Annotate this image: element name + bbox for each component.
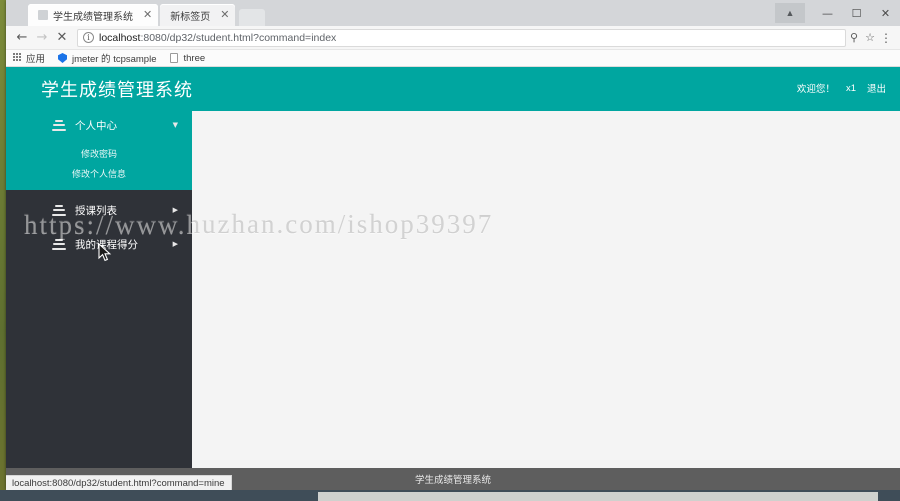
link-status-bubble: localhost:8080/dp32/student.html?command… <box>6 475 232 490</box>
sidebar-group-teaching-list: 授课列表 ▶ <box>6 196 192 224</box>
bookmark-three[interactable]: three <box>169 52 206 64</box>
stop-button[interactable]: ✕ <box>52 28 72 48</box>
bookmark-apps[interactable]: 应用 <box>11 51 45 65</box>
sidebar-item-personal-center[interactable]: 个人中心 ▼ <box>6 111 192 139</box>
chevron-right-icon[interactable]: ▶ <box>173 206 178 214</box>
bookmark-label: three <box>183 52 206 64</box>
welcome-text: 欢迎您！ <box>796 84 835 95</box>
bookmark-jmeter[interactable]: jmeter 的 tcpsample <box>57 51 157 65</box>
profile-button[interactable]: ▲ <box>775 3 805 23</box>
browser-tab-1[interactable]: 新标签页 ✕ <box>160 4 236 26</box>
stack-icon <box>52 204 66 216</box>
sidebar-submenu-personal-center: 修改密码 修改个人信息 <box>6 139 192 190</box>
logout-link[interactable]: 退出 <box>867 81 886 95</box>
app-body: 个人中心 ▼ 修改密码 修改个人信息 授课列表 ▶ 我的课程得分 ▶ <box>6 111 900 490</box>
browser-menu-icon[interactable]: ⋮ <box>878 31 894 45</box>
bookmark-star-icon[interactable]: ☆ <box>862 30 878 46</box>
stack-icon <box>52 238 66 250</box>
stack-icon <box>52 119 66 131</box>
chevron-right-icon[interactable]: ▶ <box>173 240 178 248</box>
apps-grid-icon <box>11 52 22 64</box>
minimize-button[interactable]: — <box>813 2 842 24</box>
close-window-button[interactable]: ✕ <box>871 2 900 24</box>
bookmarks-bar: 应用 jmeter 的 tcpsample three <box>6 50 900 67</box>
new-tab-button[interactable] <box>239 9 266 26</box>
sidebar-item-label: 我的课程得分 <box>75 238 138 251</box>
header-user-area: 欢迎您！ x1 退出 <box>797 81 886 97</box>
tab-favicon <box>38 10 48 20</box>
sidebar: 个人中心 ▼ 修改密码 修改个人信息 授课列表 ▶ 我的课程得分 ▶ <box>6 111 192 490</box>
sidebar-group-personal-center: 个人中心 ▼ 修改密码 修改个人信息 <box>6 111 192 190</box>
tab-strip: 学生成绩管理系统 ✕ 新标签页 ✕ ▲ — ☐ ✕ <box>6 0 900 26</box>
window-controls: ▲ — ☐ ✕ <box>775 0 900 26</box>
back-button[interactable]: ← <box>12 28 32 48</box>
page-info-icon[interactable]: i <box>83 32 94 43</box>
shield-icon <box>57 53 68 64</box>
cast-icon[interactable]: ⚲ <box>846 30 862 46</box>
taskbar-window-remnant <box>318 492 878 501</box>
sidebar-subitem-edit-profile[interactable]: 修改个人信息 <box>6 163 192 183</box>
address-bar-url: localhost:8080/dp32/student.html?command… <box>99 32 336 44</box>
sidebar-item-teaching-list[interactable]: 授课列表 ▶ <box>6 196 192 224</box>
document-icon <box>169 53 180 64</box>
url-path: :8080/dp32/student.html?command=index <box>140 31 337 44</box>
chevron-down-icon[interactable]: ▼ <box>173 121 178 129</box>
forward-button[interactable]: → <box>32 28 52 48</box>
browser-toolbar: ← → ✕ i localhost:8080/dp32/student.html… <box>6 26 900 50</box>
page-title: 学生成绩管理系统 <box>41 80 193 100</box>
browser-tab-0[interactable]: 学生成绩管理系统 ✕ <box>28 4 159 26</box>
sidebar-item-label: 个人中心 <box>75 119 117 132</box>
footer-text: 学生成绩管理系统 <box>414 475 491 486</box>
bookmark-label: jmeter 的 tcpsample <box>72 54 157 65</box>
app-header: 学生成绩管理系统 欢迎您！ x1 退出 <box>6 67 900 111</box>
tab-close-icon[interactable]: ✕ <box>220 9 229 21</box>
taskbar-strip <box>0 490 900 501</box>
address-bar[interactable]: i localhost:8080/dp32/student.html?comma… <box>77 28 846 47</box>
page-viewport: 学生成绩管理系统 欢迎您！ x1 退出 个人中心 ▼ 修改密码 修改个人信息 授… <box>6 67 900 490</box>
tab-close-icon[interactable]: ✕ <box>143 9 152 21</box>
content-area <box>192 111 900 490</box>
tab-title: 新标签页 <box>170 11 211 23</box>
sidebar-subitem-change-password[interactable]: 修改密码 <box>6 143 192 163</box>
tab-title: 学生成绩管理系统 <box>53 11 133 23</box>
username-label: x1 <box>845 82 856 94</box>
browser-window: 学生成绩管理系统 ✕ 新标签页 ✕ ▲ — ☐ ✕ ← → ✕ i localh… <box>6 0 900 490</box>
bookmark-label: 应用 <box>26 54 46 65</box>
maximize-button[interactable]: ☐ <box>842 2 871 24</box>
url-host: localhost <box>99 31 141 44</box>
sidebar-item-label: 授课列表 <box>75 204 117 217</box>
